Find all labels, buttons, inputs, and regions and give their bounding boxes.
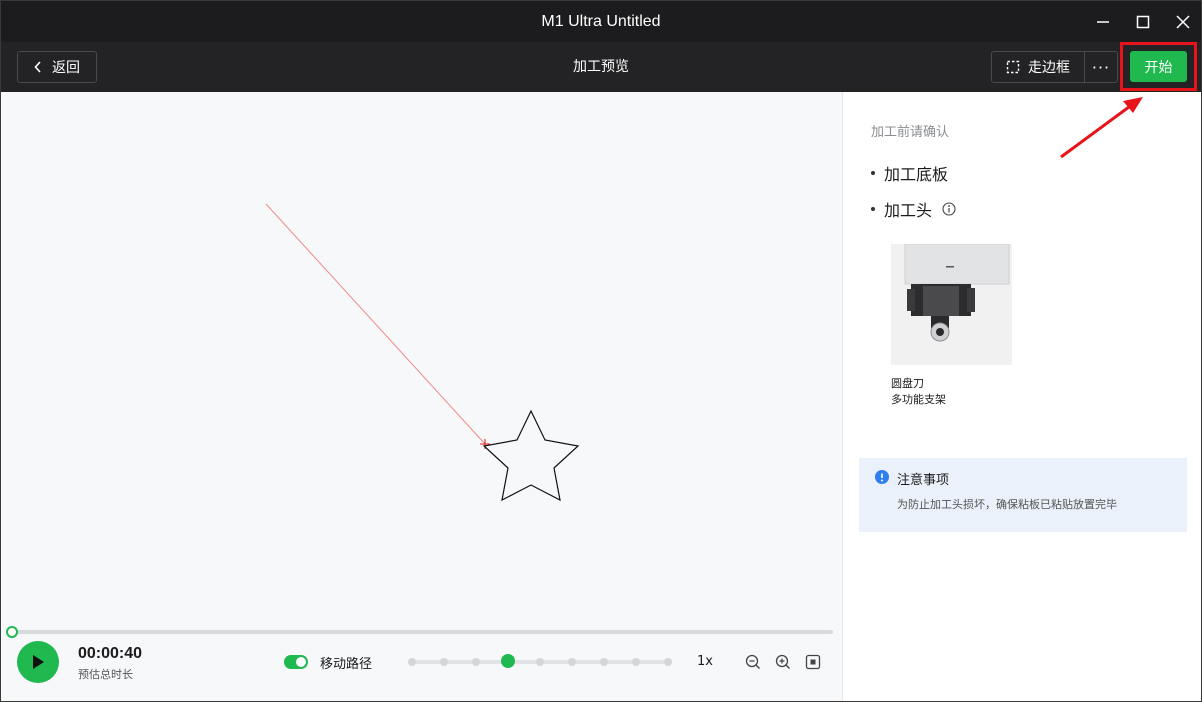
maximize-icon[interactable] xyxy=(1123,1,1163,42)
move-path-line xyxy=(265,203,486,445)
more-options-button[interactable]: ··· xyxy=(1084,51,1118,83)
tool-mount: 多功能支架 xyxy=(891,393,946,406)
progress-handle[interactable] xyxy=(6,626,18,638)
window-title: M1 Ultra Untitled xyxy=(541,13,661,30)
progress-track[interactable] xyxy=(11,630,833,634)
more-icon: ··· xyxy=(1091,57,1111,77)
minimize-icon[interactable] xyxy=(1083,1,1123,42)
notice-box: 注意事项 为防止加工头损坏，确保粘板已粘贴放置完毕 xyxy=(859,458,1187,532)
start-label: 开始 xyxy=(1144,59,1173,76)
move-path-toggle[interactable] xyxy=(284,655,308,669)
start-button-highlight: 开始 xyxy=(1120,42,1197,91)
toolbar: 返回 加工预览 走边框 ··· 开始 xyxy=(1,42,1201,92)
bullet-dot xyxy=(871,207,875,211)
zoom-out-icon[interactable] xyxy=(744,653,762,671)
bullet-dot xyxy=(871,171,875,175)
title-bar: M1 Ultra Untitled xyxy=(1,1,1201,42)
rotary-blade-tool-illustration xyxy=(904,244,1010,342)
back-label: 返回 xyxy=(52,60,80,76)
dashed-frame-icon xyxy=(1006,60,1020,74)
close-icon[interactable] xyxy=(1163,1,1202,42)
move-path-label: 移动路径 xyxy=(320,657,373,672)
checklist-item-base-plate: 加工底板 xyxy=(871,161,948,185)
back-button[interactable]: 返回 xyxy=(17,51,97,83)
frame-label: 走边框 xyxy=(1028,60,1070,76)
checklist-label: 加工底板 xyxy=(884,165,949,184)
speed-step-dot[interactable] xyxy=(536,658,544,666)
zoom-in-icon[interactable] xyxy=(774,653,792,671)
speed-value: 1x xyxy=(697,654,713,669)
checklist-label: 加工头 xyxy=(884,201,933,220)
preview-drawing xyxy=(265,203,580,502)
star-shape xyxy=(482,409,580,502)
frame-button[interactable]: 走边框 xyxy=(991,51,1085,83)
estimated-time: 00:00:40 xyxy=(78,645,143,662)
play-icon xyxy=(33,655,44,669)
chevron-left-icon xyxy=(34,61,42,73)
speed-step-dot[interactable] xyxy=(440,658,448,666)
speed-step-dot[interactable] xyxy=(568,658,576,666)
annotation-arrow xyxy=(1060,97,1143,159)
preview-canvas[interactable]: 00:00:40 预估总时长 移动路径 1x xyxy=(1,92,842,701)
speed-slider-handle[interactable] xyxy=(501,654,515,668)
tool-name: 圆盘刀 xyxy=(891,377,924,390)
speed-step-dot[interactable] xyxy=(472,658,480,666)
speed-step-dot[interactable] xyxy=(664,658,672,666)
tool-image xyxy=(891,244,1012,365)
panel-heading: 加工前请确认 xyxy=(871,125,950,140)
play-button[interactable] xyxy=(17,641,59,683)
alert-info-icon xyxy=(875,469,889,488)
speed-step-dot[interactable] xyxy=(408,658,416,666)
start-button[interactable]: 开始 xyxy=(1130,51,1187,82)
app-window: M1 Ultra Untitled 返回 加工预览 走边框 ··· 开始 00:… xyxy=(0,0,1202,702)
estimated-time-label: 预估总时长 xyxy=(78,668,133,681)
confirmation-panel: 加工前请确认 加工底板 加工头 圆盘刀 多功能支架 注意事项 为防止加工头损坏，… xyxy=(842,92,1201,701)
notice-title: 注意事项 xyxy=(897,473,950,488)
fit-to-view-icon[interactable] xyxy=(804,653,822,671)
checklist-item-tool-head: 加工头 xyxy=(871,197,956,221)
speed-step-dot[interactable] xyxy=(600,658,608,666)
notice-text: 为防止加工头损坏，确保粘板已粘贴放置完毕 xyxy=(897,498,1117,511)
speed-step-dot[interactable] xyxy=(632,658,640,666)
info-icon[interactable] xyxy=(942,202,956,216)
